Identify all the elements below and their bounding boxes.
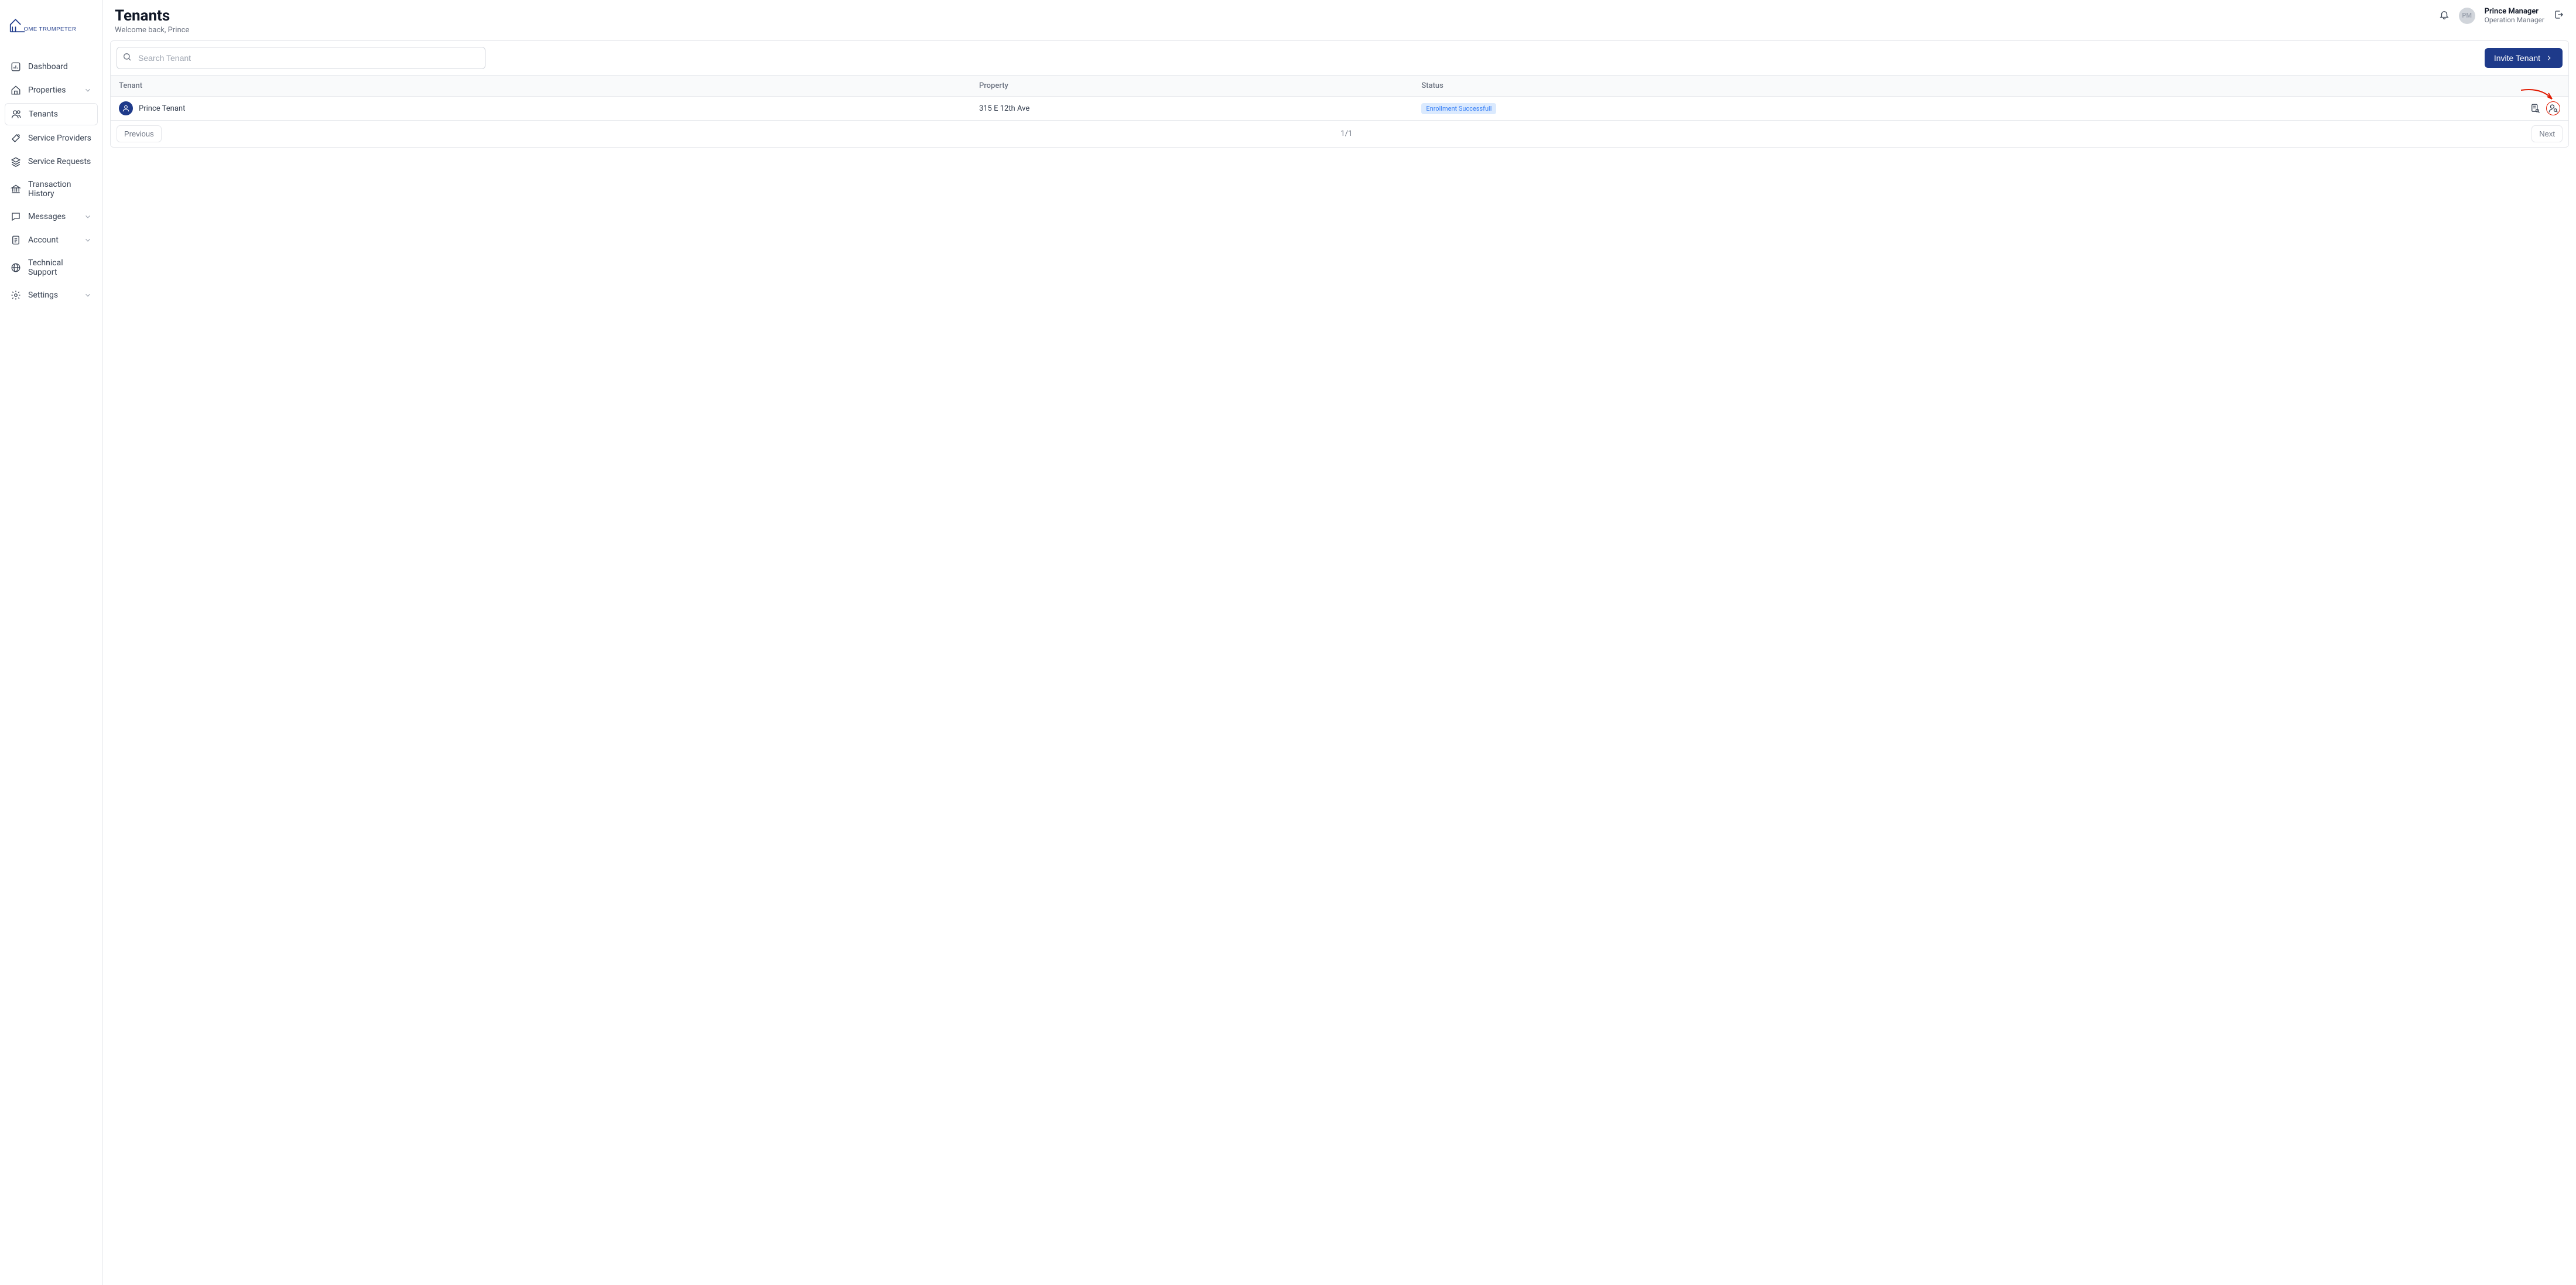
- tenant-avatar-icon: [119, 101, 133, 115]
- sidebar-item-label: Settings: [28, 291, 77, 300]
- status-badge: Enrollment Successfull: [1421, 103, 1496, 114]
- sidebar-item-tenants[interactable]: Tenants: [5, 103, 98, 125]
- tenants-table: Tenant Property Status Prince Tenant: [111, 75, 2568, 121]
- header: Tenants Welcome back, Prince PM Prince M…: [103, 0, 2576, 40]
- sidebar-item-label: Service Requests: [28, 157, 92, 166]
- settings-icon: [11, 290, 21, 300]
- invite-tenant-label: Invite Tenant: [2494, 53, 2540, 63]
- sidebar-item-dashboard[interactable]: Dashboard: [5, 56, 98, 77]
- content-card: Invite Tenant Tenant Property Status: [110, 40, 2569, 148]
- page-subtitle: Welcome back, Prince: [115, 26, 189, 35]
- invite-tenant-button[interactable]: Invite Tenant: [2485, 48, 2563, 68]
- sidebar-item-label: Properties: [28, 86, 77, 95]
- chevron-down-icon: [84, 291, 92, 299]
- toolbar: Invite Tenant: [111, 41, 2568, 75]
- tenant-name: Prince Tenant: [139, 104, 185, 113]
- sidebar-item-transaction-history[interactable]: Transaction History: [5, 175, 98, 204]
- bank-icon: [11, 184, 21, 194]
- chevron-down-icon: [84, 86, 92, 94]
- layers-icon: [11, 156, 21, 167]
- previous-button[interactable]: Previous: [117, 125, 162, 142]
- search-input[interactable]: [117, 47, 485, 69]
- sidebar: OME TRUMPETER Dashboard Properties Tenan…: [0, 0, 103, 1285]
- message-icon: [11, 211, 21, 222]
- home-icon: [11, 85, 21, 95]
- chevron-right-icon: [2545, 54, 2553, 62]
- pagination: Previous 1/1 Next: [111, 121, 2568, 147]
- main: Tenants Welcome back, Prince PM Prince M…: [103, 0, 2576, 1285]
- bell-icon[interactable]: [2439, 9, 2450, 22]
- column-header-property: Property: [971, 76, 1413, 97]
- search-wrap: [117, 47, 485, 69]
- search-icon: [122, 52, 132, 64]
- file-icon: [11, 235, 21, 245]
- sidebar-item-label: Tenants: [29, 110, 91, 119]
- nav: Dashboard Properties Tenants Service Pro…: [0, 56, 102, 306]
- svg-text:OME TRUMPETER: OME TRUMPETER: [24, 26, 77, 33]
- next-button[interactable]: Next: [2531, 125, 2563, 142]
- column-header-tenant: Tenant: [111, 76, 971, 97]
- sidebar-item-messages[interactable]: Messages: [5, 206, 98, 227]
- avatar[interactable]: PM: [2459, 8, 2475, 24]
- sidebar-item-service-providers[interactable]: Service Providers: [5, 128, 98, 149]
- column-header-status: Status: [1413, 76, 2199, 97]
- chevron-down-icon: [84, 213, 92, 221]
- tenant-property: 315 E 12th Ave: [971, 97, 1413, 121]
- user-name: Prince Manager: [2485, 7, 2544, 16]
- sidebar-item-label: Technical Support: [28, 258, 92, 277]
- sidebar-item-label: Messages: [28, 212, 77, 221]
- sidebar-item-settings[interactable]: Settings: [5, 285, 98, 306]
- column-header-actions: [2199, 76, 2568, 97]
- sidebar-item-account[interactable]: Account: [5, 230, 98, 251]
- logo: OME TRUMPETER: [0, 14, 102, 56]
- view-profile-icon[interactable]: [2546, 101, 2560, 115]
- sidebar-item-properties[interactable]: Properties: [5, 80, 98, 101]
- sidebar-item-label: Account: [28, 235, 77, 245]
- chevron-down-icon: [84, 236, 92, 244]
- sidebar-item-service-requests[interactable]: Service Requests: [5, 151, 98, 172]
- logo-icon: OME TRUMPETER: [9, 14, 91, 35]
- user-info: Prince Manager Operation Manager: [2485, 7, 2544, 24]
- page-info: 1/1: [1340, 129, 1352, 138]
- sidebar-item-label: Transaction History: [28, 180, 92, 199]
- sidebar-item-technical-support[interactable]: Technical Support: [5, 253, 98, 282]
- logout-icon[interactable]: [2554, 9, 2564, 22]
- user-role: Operation Manager: [2485, 16, 2544, 24]
- page-title: Tenants: [115, 7, 189, 25]
- table-row[interactable]: Prince Tenant 315 E 12th Ave Enrollment …: [111, 97, 2568, 121]
- dashboard-icon: [11, 61, 21, 72]
- sidebar-item-label: Service Providers: [28, 134, 92, 143]
- sidebar-item-label: Dashboard: [28, 62, 92, 71]
- globe-icon: [11, 262, 21, 273]
- tools-icon: [11, 133, 21, 143]
- view-document-icon[interactable]: [2530, 103, 2540, 114]
- users-icon: [11, 109, 22, 119]
